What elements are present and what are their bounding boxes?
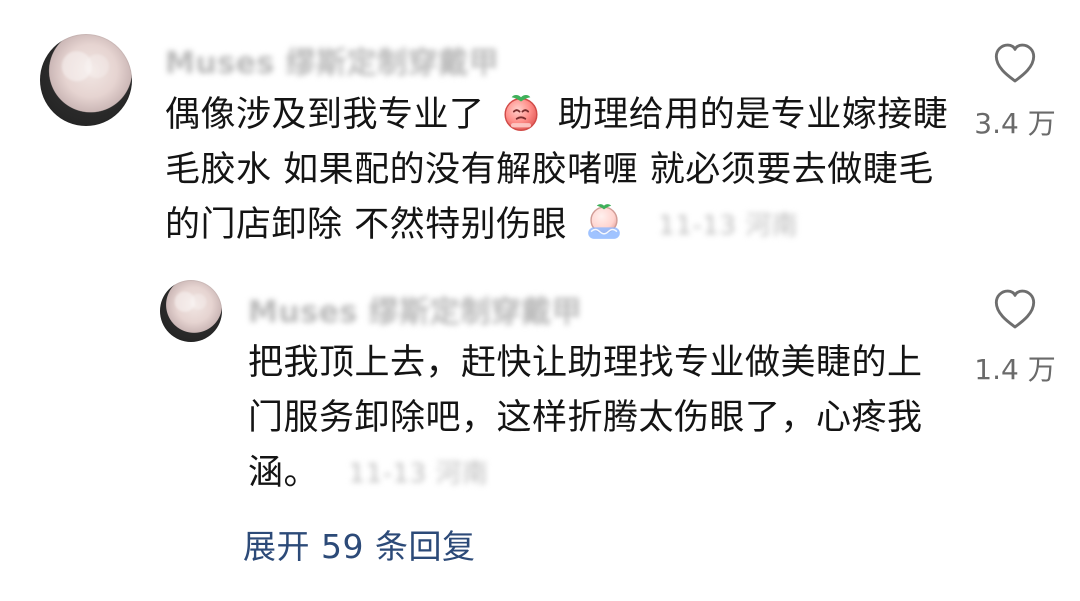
like-count: 3.4 万 bbox=[974, 107, 1056, 140]
comment-line-3: 的门店卸除 不然特别伤眼 11-13 河南 bbox=[165, 198, 948, 253]
like-button[interactable]: 3.4 万 bbox=[955, 42, 1075, 142]
comment-author[interactable]: Muses 缪斯定制穿戴甲 bbox=[248, 287, 582, 331]
crying-peach-emoji-icon bbox=[498, 90, 544, 136]
comment-line-1: 把我顶上去，赶快让助理找专业做美睫的上 bbox=[248, 343, 923, 383]
avatar[interactable] bbox=[160, 280, 222, 342]
heart-icon bbox=[994, 43, 1036, 83]
comment-meta: 11-13 河南 bbox=[348, 459, 489, 489]
comment-line-2: 门服务卸除吧，这样折腾太伤眼了，心疼我 bbox=[248, 398, 923, 438]
like-button[interactable]: 1.4 万 bbox=[955, 288, 1075, 388]
expand-replies-button[interactable]: 展开 59 条回复 bbox=[243, 520, 475, 568]
comment-thread: Muses 缪斯定制穿戴甲 偶像涉及到我专业了 助理给用的是专业嫁接睫 毛胶水 … bbox=[0, 0, 1080, 601]
comment-line-2: 毛胶水 如果配的没有解胶啫喱 就必须要去做睫毛 bbox=[165, 150, 934, 190]
comment-text-part-1: 偶像涉及到我专业了 bbox=[165, 95, 485, 135]
comment-text: 偶像涉及到我专业了 助理给用的是专业嫁接睫 毛胶水 如果配的没有解胶啫喱 就必须… bbox=[165, 88, 948, 253]
avatar[interactable] bbox=[40, 34, 132, 126]
sobbing-peach-emoji-icon bbox=[581, 200, 627, 246]
comment-meta: 11-13 河南 bbox=[658, 211, 799, 241]
like-count: 1.4 万 bbox=[974, 353, 1056, 386]
comment-line-3: 涵。 11-13 河南 bbox=[248, 446, 923, 501]
comment-text-part-3: 的门店卸除 不然特别伤眼 bbox=[165, 205, 568, 245]
comment-line-1: 偶像涉及到我专业了 助理给用的是专业嫁接睫 bbox=[165, 88, 948, 143]
comment-author[interactable]: Muses 缪斯定制穿戴甲 bbox=[165, 38, 499, 82]
comment-text-part-2: 助理给用的是专业嫁接睫 bbox=[557, 95, 949, 135]
heart-icon bbox=[994, 289, 1036, 329]
comment-text: 把我顶上去，赶快让助理找专业做美睫的上 门服务卸除吧，这样折腾太伤眼了，心疼我 … bbox=[248, 336, 923, 501]
comment-text-part-3: 涵。 bbox=[248, 453, 320, 493]
